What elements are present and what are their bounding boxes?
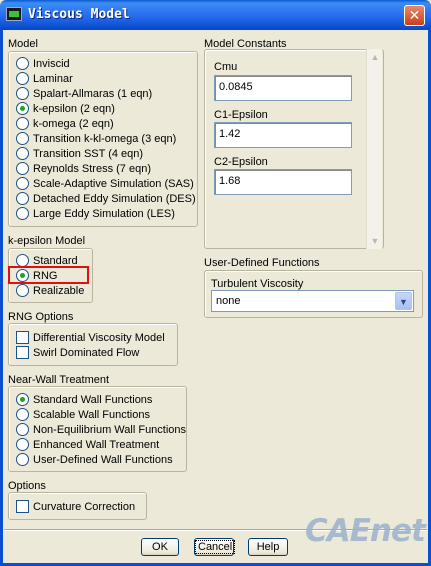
- model-option-transition-k-kl-omega-3-eqn[interactable]: Transition k-kl-omega (3 eqn): [16, 131, 176, 146]
- radio-icon[interactable]: [16, 147, 29, 160]
- near-wall-option-label: Scalable Wall Functions: [33, 408, 150, 421]
- model-option-inviscid[interactable]: Inviscid: [16, 56, 70, 71]
- options-item-label: Curvature Correction: [33, 500, 136, 513]
- model-option-k-omega-2-eqn[interactable]: k-omega (2 eqn): [16, 116, 114, 131]
- model-option-label: Transition k-kl-omega (3 eqn): [33, 132, 177, 145]
- options-label: Options: [8, 480, 46, 492]
- window-frame-left: [0, 30, 3, 566]
- model-option-large-eddy-simulation-les[interactable]: Large Eddy Simulation (LES): [16, 206, 175, 221]
- near-wall-option-enhanced-wall-treatment[interactable]: Enhanced Wall Treatment: [16, 437, 159, 452]
- cancel-button[interactable]: Cancel: [194, 538, 236, 556]
- near-wall-option-scalable-wall-functions[interactable]: Scalable Wall Functions: [16, 407, 150, 422]
- help-button[interactable]: Help: [248, 538, 288, 556]
- cmu-input[interactable]: 0.0845: [214, 75, 352, 101]
- ok-button[interactable]: OK: [141, 538, 179, 556]
- model-option-label: Inviscid: [33, 57, 70, 70]
- options-item-curvature-correction[interactable]: Curvature Correction: [16, 499, 135, 514]
- radio-icon[interactable]: [16, 57, 29, 70]
- rng-highlight-box: [8, 266, 89, 284]
- kepsilon-option-realizable[interactable]: Realizable: [16, 283, 84, 298]
- model-label: Model: [8, 38, 38, 50]
- radio-icon[interactable]: [16, 192, 29, 205]
- rng-option-differential-viscosity-model[interactable]: Differential Viscosity Model: [16, 330, 165, 345]
- cmu-label: Cmu: [214, 61, 238, 73]
- kepsilon-option-label: Standard: [33, 254, 78, 267]
- model-option-reynolds-stress-7-eqn[interactable]: Reynolds Stress (7 eqn): [16, 161, 151, 176]
- near-wall-option-label: User-Defined Wall Functions: [33, 453, 173, 466]
- caenet-watermark: CAEnet: [305, 513, 426, 549]
- turbulent-viscosity-label: Turbulent Viscosity: [211, 278, 304, 290]
- c2-epsilon-label: C2-Epsilon: [214, 156, 268, 168]
- rng-option-swirl-dominated-flow[interactable]: Swirl Dominated Flow: [16, 345, 139, 360]
- model-option-label: k-epsilon (2 eqn): [33, 102, 115, 115]
- near-wall-option-user-defined-wall-functions[interactable]: User-Defined Wall Functions: [16, 452, 173, 467]
- near-wall-label: Near-Wall Treatment: [8, 374, 110, 386]
- radio-icon[interactable]: [16, 117, 29, 130]
- model-option-laminar[interactable]: Laminar: [16, 71, 73, 86]
- title-bar: Viscous Model ✕: [0, 0, 431, 30]
- kepsilon-model-label: k-epsilon Model: [8, 235, 86, 247]
- c1-epsilon-label: C1-Epsilon: [214, 109, 268, 121]
- model-option-detached-eddy-simulation-des[interactable]: Detached Eddy Simulation (DES): [16, 191, 196, 206]
- radio-selected-icon[interactable]: [16, 393, 29, 406]
- radio-icon[interactable]: [16, 162, 29, 175]
- scroll-down-icon[interactable]: ▼: [367, 233, 383, 249]
- turbulent-viscosity-select[interactable]: none ▼: [211, 290, 414, 312]
- model-option-label: k-omega (2 eqn): [33, 117, 114, 130]
- checkbox-icon[interactable]: [16, 346, 29, 359]
- near-wall-option-non-equilibrium-wall-functions[interactable]: Non-Equilibrium Wall Functions: [16, 422, 186, 437]
- rng-options-label: RNG Options: [8, 311, 74, 323]
- near-wall-option-label: Non-Equilibrium Wall Functions: [33, 423, 187, 436]
- model-option-spalart-allmaras-1-eqn[interactable]: Spalart-Allmaras (1 eqn): [16, 86, 152, 101]
- radio-icon[interactable]: [16, 284, 29, 297]
- cancel-button-label: Cancel: [195, 540, 236, 554]
- radio-icon[interactable]: [16, 72, 29, 85]
- model-option-scale-adaptive-simulation-sas[interactable]: Scale-Adaptive Simulation (SAS): [16, 176, 194, 191]
- udf-label: User-Defined Functions: [204, 257, 320, 269]
- radio-icon[interactable]: [16, 87, 29, 100]
- radio-icon[interactable]: [16, 132, 29, 145]
- near-wall-option-standard-wall-functions[interactable]: Standard Wall Functions: [16, 392, 152, 407]
- radio-icon[interactable]: [16, 453, 29, 466]
- model-option-transition-sst-4-eqn[interactable]: Transition SST (4 eqn): [16, 146, 143, 161]
- c1-epsilon-input[interactable]: 1.42: [214, 122, 352, 148]
- checkbox-icon[interactable]: [16, 331, 29, 344]
- near-wall-option-label: Standard Wall Functions: [33, 393, 153, 406]
- constants-scrollbar[interactable]: ▲ ▼: [366, 49, 382, 249]
- radio-icon[interactable]: [16, 438, 29, 451]
- app-icon: [6, 7, 22, 21]
- model-option-label: Scale-Adaptive Simulation (SAS): [33, 177, 194, 190]
- help-button-label: Help: [256, 541, 280, 553]
- radio-icon[interactable]: [16, 177, 29, 190]
- model-option-label: Detached Eddy Simulation (DES): [33, 192, 196, 205]
- radio-selected-icon[interactable]: [16, 102, 29, 115]
- c2-epsilon-input[interactable]: 1.68: [214, 169, 352, 195]
- rng-option-label: Swirl Dominated Flow: [33, 346, 140, 359]
- model-option-label: Large Eddy Simulation (LES): [33, 207, 175, 220]
- radio-icon[interactable]: [16, 207, 29, 220]
- model-option-label: Spalart-Allmaras (1 eqn): [33, 87, 153, 100]
- near-wall-option-label: Enhanced Wall Treatment: [33, 438, 160, 451]
- chevron-down-icon[interactable]: ▼: [395, 292, 412, 310]
- ok-button-label: OK: [152, 541, 168, 553]
- rng-option-label: Differential Viscosity Model: [33, 331, 165, 344]
- scroll-up-icon[interactable]: ▲: [367, 49, 383, 65]
- window-title: Viscous Model: [28, 7, 130, 22]
- kepsilon-option-label: Realizable: [33, 284, 85, 297]
- checkbox-icon[interactable]: [16, 500, 29, 513]
- radio-icon[interactable]: [16, 408, 29, 421]
- model-option-k-epsilon-2-eqn[interactable]: k-epsilon (2 eqn): [16, 101, 115, 116]
- model-option-label: Transition SST (4 eqn): [33, 147, 144, 160]
- model-option-label: Laminar: [33, 72, 73, 85]
- model-option-label: Reynolds Stress (7 eqn): [33, 162, 151, 175]
- close-button[interactable]: ✕: [404, 5, 425, 26]
- radio-icon[interactable]: [16, 423, 29, 436]
- turbulent-viscosity-value: none: [216, 295, 241, 307]
